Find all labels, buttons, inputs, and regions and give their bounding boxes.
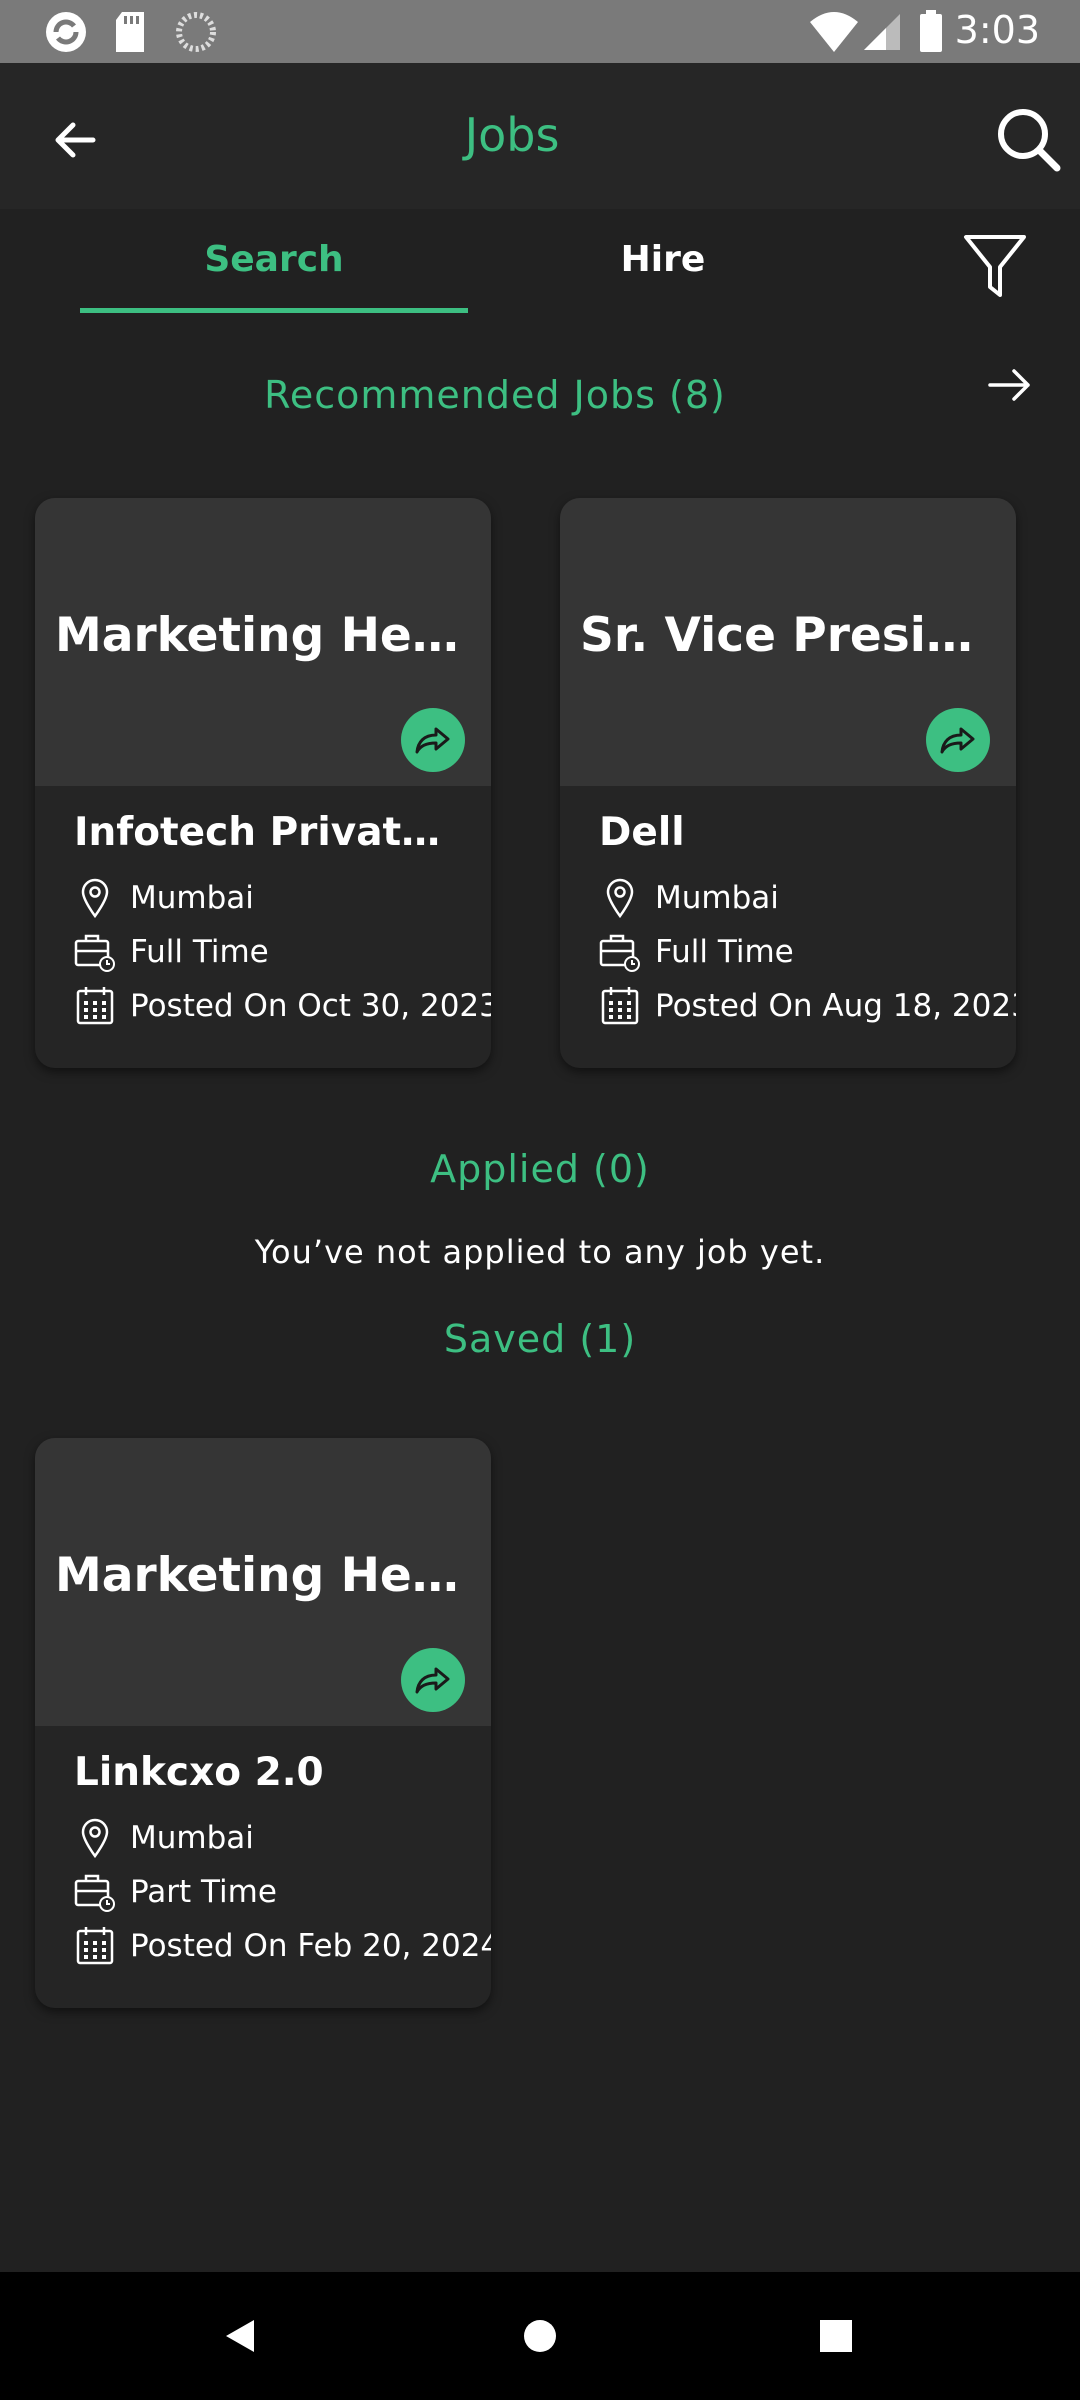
share-icon — [415, 1667, 450, 1694]
see-all-recommended-button[interactable] — [980, 360, 1040, 410]
job-posted-date: Posted On Oct 30, 2023 — [74, 984, 491, 1028]
calendar-icon — [599, 984, 641, 1028]
job-card[interactable]: Marketing Head Infotech Private... Mumba… — [35, 498, 491, 1068]
nav-recents-button[interactable] — [806, 2306, 866, 2366]
triangle-back-icon — [226, 2320, 254, 2352]
job-type: Full Time — [74, 930, 269, 974]
sync-icon — [44, 10, 88, 59]
job-location: Mumbai — [599, 876, 779, 920]
location-pin-icon — [599, 876, 641, 920]
briefcase-clock-icon — [74, 930, 116, 974]
signal-icon — [862, 10, 902, 59]
job-card[interactable]: Marketing Head Linkcxo 2.0 Mumbai Part T… — [35, 1438, 491, 2008]
loading-icon — [174, 10, 218, 59]
filter-icon — [964, 235, 1026, 297]
company-name: Linkcxo 2.0 — [74, 1750, 324, 1795]
circle-home-icon — [524, 2320, 556, 2352]
tabs-row: Search Hire — [0, 209, 1080, 319]
arrow-right-icon — [988, 369, 1030, 401]
job-card[interactable]: Sr. Vice Preside... Dell Mumbai Full Tim… — [560, 498, 1016, 1068]
status-bar: 3:03 — [0, 0, 1080, 63]
calendar-icon — [74, 1924, 116, 1968]
share-button[interactable] — [401, 708, 465, 772]
search-button[interactable] — [988, 99, 1068, 179]
app-bar: Jobs — [0, 63, 1080, 209]
nav-home-button[interactable] — [510, 2306, 570, 2366]
system-nav-bar — [0, 2272, 1080, 2400]
briefcase-clock-icon — [74, 1870, 116, 1914]
job-role: Marketing Head — [55, 1548, 471, 1603]
nav-back-button[interactable] — [210, 2306, 270, 2366]
share-icon — [415, 727, 450, 754]
page-title: Jobs — [464, 108, 560, 162]
share-button[interactable] — [926, 708, 990, 772]
job-location: Mumbai — [74, 1816, 254, 1860]
sd-card-icon — [112, 10, 148, 59]
company-name: Dell — [599, 810, 685, 855]
job-posted-date: Posted On Aug 18, 2023 — [599, 984, 1016, 1028]
share-icon — [940, 727, 975, 754]
card-header: Marketing Head — [35, 498, 491, 786]
card-header: Sr. Vice Preside... — [560, 498, 1016, 786]
briefcase-clock-icon — [599, 930, 641, 974]
job-posted-date: Posted On Feb 20, 2024 — [74, 1924, 491, 1968]
active-tab-indicator — [80, 308, 468, 313]
search-icon — [998, 109, 1061, 172]
job-type: Part Time — [74, 1870, 277, 1914]
location-pin-icon — [74, 1816, 116, 1860]
wifi-icon — [808, 10, 860, 59]
filter-button[interactable] — [960, 231, 1030, 301]
tab-search[interactable]: Search — [80, 239, 468, 309]
company-name: Infotech Private... — [74, 810, 464, 855]
job-role: Marketing Head — [55, 608, 471, 663]
status-time: 3:03 — [954, 8, 1040, 52]
battery-icon — [918, 10, 944, 59]
recommended-jobs-title: Recommended Jobs (8) — [264, 373, 726, 417]
job-location: Mumbai — [74, 876, 254, 920]
job-type: Full Time — [599, 930, 794, 974]
tab-hire[interactable]: Hire — [468, 239, 858, 309]
card-header: Marketing Head — [35, 1438, 491, 1726]
square-recents-icon — [820, 2320, 852, 2352]
applied-jobs-title: Applied (0) — [430, 1147, 650, 1191]
applied-empty-message: You’ve not applied to any job yet. — [254, 1233, 826, 1271]
calendar-icon — [74, 984, 116, 1028]
location-pin-icon — [74, 876, 116, 920]
job-role: Sr. Vice Preside... — [580, 608, 996, 663]
share-button[interactable] — [401, 1648, 465, 1712]
saved-jobs-title: Saved (1) — [443, 1317, 637, 1361]
